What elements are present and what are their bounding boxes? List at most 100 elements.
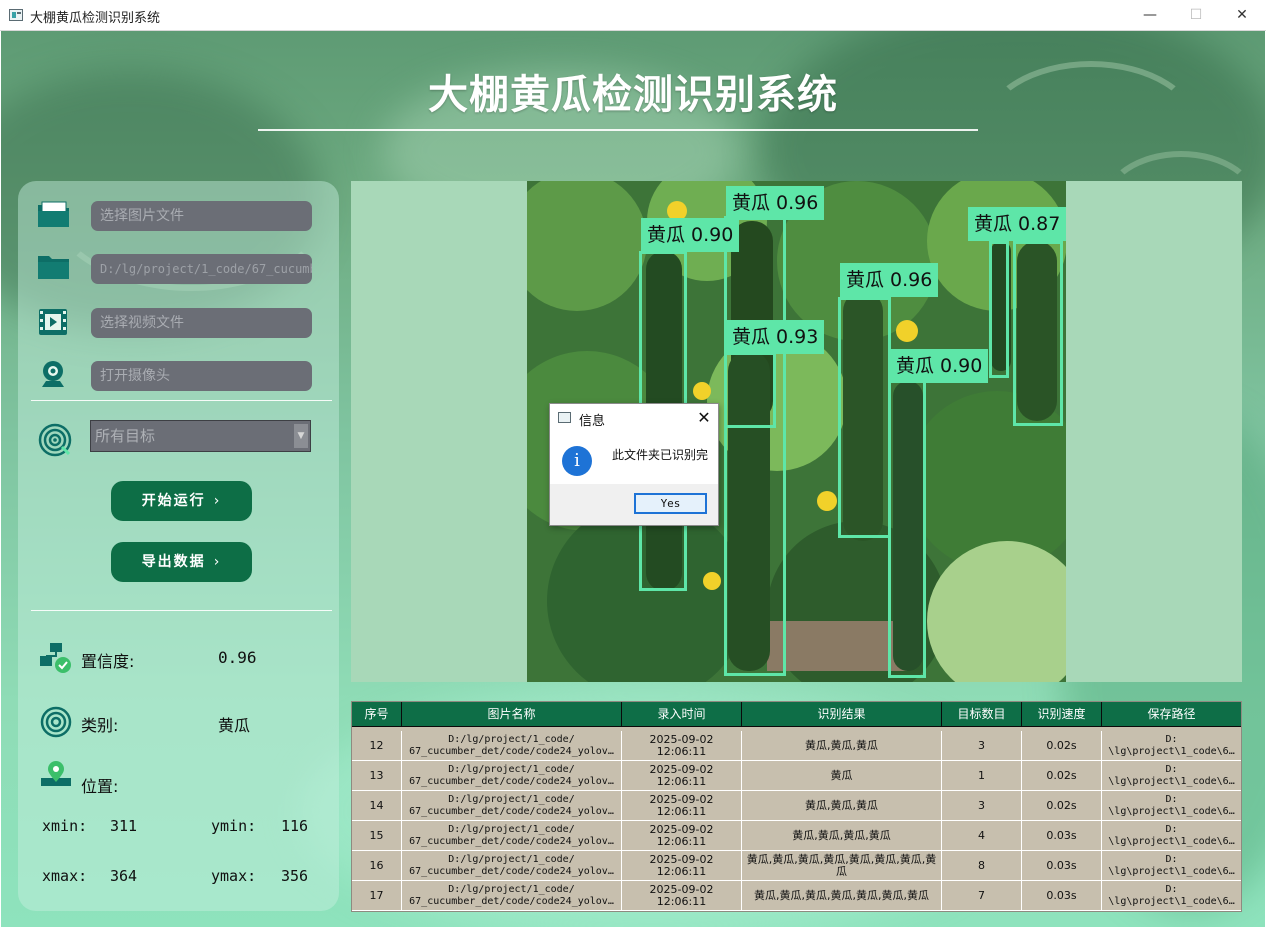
table-cell-id: 15 [352, 821, 402, 851]
table-cell-name: D:/lg/project/1_code/ 67_cucumber_det/co… [402, 851, 622, 881]
table-cell-result: 黄瓜,黄瓜,黄瓜 [742, 791, 942, 821]
detection-label: 黄瓜 0.96 [726, 186, 825, 220]
detection-label: 黄瓜 0.93 [726, 320, 825, 354]
table-header-cell[interactable]: 序号 [352, 702, 402, 727]
table-cell-path: D: \lg\project\1_code\6… [1108, 734, 1235, 757]
export-button[interactable]: 导出数据 › [111, 542, 252, 582]
confidence-icon [38, 642, 72, 678]
close-window-button[interactable]: ✕ [1219, 0, 1265, 31]
video-icon[interactable] [36, 307, 72, 337]
table-cell-result: 黄瓜,黄瓜,黄瓜,黄瓜,黄瓜,黄瓜,黄瓜,黄瓜 [742, 851, 942, 881]
camera-input[interactable]: 打开摄像头 [91, 361, 312, 391]
table-cell-time: 2025-09-02 12:06:11 [622, 881, 742, 911]
table-row[interactable]: 14 D:/lg/project/1_code/ 67_cucumber_det/… [352, 791, 1241, 821]
table-header-cell[interactable]: 识别速度 [1022, 702, 1102, 727]
minimize-button[interactable]: — [1127, 0, 1173, 31]
video-file-input[interactable]: 选择视频文件 [91, 308, 312, 338]
info-icon: i [562, 446, 592, 476]
detection-box [888, 380, 926, 678]
xmin-label: xmin: [42, 817, 88, 835]
target-select[interactable]: 所有目标 ▼ [90, 420, 311, 452]
table-row[interactable]: 16 D:/lg/project/1_code/ 67_cucumber_det/… [352, 851, 1241, 881]
ymax-label: ymax: [211, 867, 257, 885]
table-header-cell[interactable]: 识别结果 [742, 702, 942, 727]
title-underline [258, 129, 978, 131]
table-cell-id: 12 [352, 731, 402, 761]
dialog-footer: Yes [550, 484, 718, 525]
app-icon [9, 9, 23, 21]
export-button-label: 导出数据 [141, 554, 206, 570]
table-cell-count: 8 [942, 851, 1022, 881]
table-cell-id: 13 [352, 761, 402, 791]
divider [31, 400, 332, 401]
dialog-title: 信息 [579, 414, 606, 429]
table-cell-count: 1 [942, 761, 1022, 791]
dialog-close-button[interactable]: ✕ [693, 407, 715, 429]
image-display: 黄瓜 0.96 黄瓜 0.90 黄瓜 0.87 黄瓜 0.96 黄瓜 0.93 … [351, 181, 1242, 682]
table-cell-id: 14 [352, 791, 402, 821]
table-header: 序号 图片名称 录入时间 识别结果 目标数目 识别速度 保存路径 [352, 702, 1241, 727]
table-row[interactable]: 17 D:/lg/project/1_code/ 67_cucumber_det/… [352, 881, 1241, 911]
table-header-cell[interactable]: 录入时间 [622, 702, 742, 727]
window-titlebar: 大棚黄瓜检测识别系统 — ☐ ✕ [0, 0, 1266, 31]
table-cell-speed: 0.02s [1022, 761, 1102, 791]
table-cell-name: D:/lg/project/1_code/ 67_cucumber_det/co… [402, 761, 622, 791]
table-cell-name: D:/lg/project/1_code/ 67_cucumber_det/co… [402, 881, 622, 911]
table-row[interactable]: 15 D:/lg/project/1_code/ 67_cucumber_det/… [352, 821, 1241, 851]
window-title: 大棚黄瓜检测识别系统 [30, 11, 161, 26]
table-cell-result: 黄瓜,黄瓜,黄瓜 [742, 731, 942, 761]
table-header-cell[interactable]: 图片名称 [402, 702, 622, 727]
table-cell-speed: 0.03s [1022, 851, 1102, 881]
table-cell-count: 7 [942, 881, 1022, 911]
table-cell-id: 17 [352, 881, 402, 911]
table-cell-count: 4 [942, 821, 1022, 851]
table-cell-speed: 0.03s [1022, 821, 1102, 851]
xmax-label: xmax: [42, 867, 88, 885]
divider [31, 610, 332, 611]
ymax-value: 356 [281, 867, 309, 885]
folder-icon[interactable] [36, 252, 72, 282]
detection-box [1013, 241, 1063, 426]
detection-box [724, 216, 786, 676]
confidence-value: 0.96 [218, 648, 257, 667]
start-button-label: 开始运行 [141, 493, 206, 509]
folder-path-input[interactable]: D:/lg/project/1_code/67_cucumber_det [91, 254, 312, 284]
table-header-cell[interactable]: 目标数目 [942, 702, 1022, 727]
maximize-button[interactable]: ☐ [1173, 0, 1219, 31]
table-cell-speed: 0.03s [1022, 881, 1102, 911]
detection-label: 黄瓜 0.87 [968, 207, 1066, 241]
detection-label: 黄瓜 0.90 [641, 218, 740, 252]
detection-label: 黄瓜 0.96 [840, 263, 939, 297]
table-cell-path: D: \lg\project\1_code\6… [1108, 854, 1235, 877]
ymin-value: 116 [281, 817, 309, 835]
table-row[interactable]: 12 D:/lg/project/1_code/ 67_cucumber_det/… [352, 731, 1241, 761]
table-cell-time: 2025-09-02 12:06:11 [622, 791, 742, 821]
table-row[interactable]: 13 D:/lg/project/1_code/ 67_cucumber_det/… [352, 761, 1241, 791]
ymin-label: ymin: [211, 817, 257, 835]
camera-icon[interactable] [36, 359, 72, 389]
table-header-cell[interactable]: 保存路径 [1102, 702, 1241, 727]
dialog-app-icon [558, 412, 571, 423]
confidence-label: 置信度: [81, 652, 135, 671]
table-cell-name: D:/lg/project/1_code/ 67_cucumber_det/co… [402, 821, 622, 851]
table-cell-name: D:/lg/project/1_code/ 67_cucumber_det/co… [402, 791, 622, 821]
chevron-down-icon[interactable]: ▼ [294, 424, 308, 448]
detection-box [724, 352, 776, 428]
xmax-value: 364 [110, 867, 138, 885]
yes-button[interactable]: Yes [634, 493, 707, 514]
table-cell-result: 黄瓜 [742, 761, 942, 791]
image-folder-icon[interactable] [36, 199, 72, 229]
xmin-value: 311 [110, 817, 138, 835]
table-cell-time: 2025-09-02 12:06:11 [622, 821, 742, 851]
detection-box [989, 241, 1009, 378]
detection-label: 黄瓜 0.90 [890, 349, 989, 383]
table-cell-result: 黄瓜,黄瓜,黄瓜,黄瓜 [742, 821, 942, 851]
table-cell-count: 3 [942, 791, 1022, 821]
table-cell-result: 黄瓜,黄瓜,黄瓜,黄瓜,黄瓜,黄瓜,黄瓜 [742, 881, 942, 911]
table-cell-count: 3 [942, 731, 1022, 761]
image-file-input[interactable]: 选择图片文件 [91, 201, 312, 231]
detection-box [838, 297, 891, 538]
info-dialog: 信息 ✕ i 此文件夹已识别完 Yes [549, 403, 719, 526]
results-table[interactable]: 序号 图片名称 录入时间 识别结果 目标数目 识别速度 保存路径 12 D:/lg… [351, 701, 1242, 912]
start-button[interactable]: 开始运行 › [111, 481, 252, 521]
